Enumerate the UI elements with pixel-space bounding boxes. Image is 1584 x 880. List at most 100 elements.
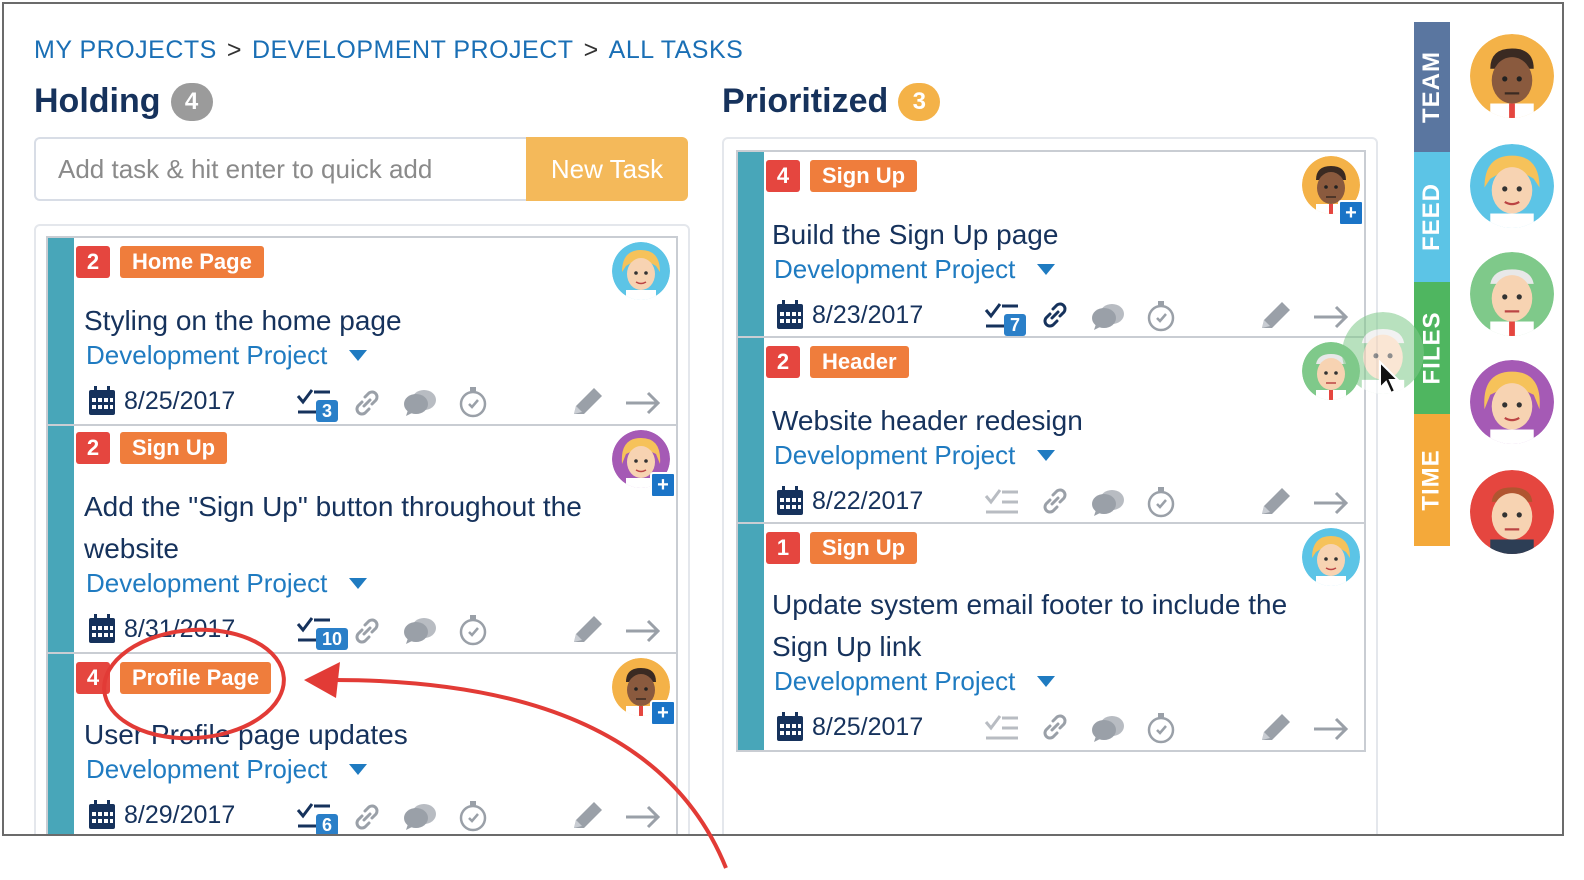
due-date-text: 8/23/2017 [812,300,924,329]
task-tag[interactable]: Home Page [120,246,264,278]
add-assignee-icon[interactable]: + [650,472,676,498]
task-tag[interactable]: Sign Up [120,432,228,464]
move-arrow-icon[interactable] [624,390,662,416]
project-selector[interactable]: Development Project [774,254,1056,285]
attachment-link-icon[interactable] [1040,486,1070,516]
comments-icon[interactable] [1090,714,1126,744]
breadcrumb-separator: > [226,36,242,64]
tab-team[interactable]: TEAM [1414,22,1450,152]
quick-add-input[interactable] [34,137,526,201]
team-avatar[interactable] [1470,470,1554,554]
due-date[interactable]: 8/25/2017 [776,712,923,742]
task-title[interactable]: Add the "Sign Up" button throughout the … [84,486,604,570]
due-date[interactable]: 8/23/2017 [776,300,923,330]
due-date[interactable]: 8/29/2017 [88,800,235,830]
task-title[interactable]: Website header redesign [772,400,1292,442]
attachment-link-icon[interactable] [1040,300,1070,330]
chevron-down-icon [1037,264,1056,275]
holding-title: Holding [34,82,161,120]
assignee-avatar[interactable] [1302,528,1360,586]
breadcrumb-all-tasks[interactable]: ALL TASKS [609,36,744,64]
priority-badge: 4 [766,160,800,192]
comments-icon[interactable] [1090,302,1126,332]
task-card[interactable]: 4 Sign Up + Build the Sign Up page Devel… [736,150,1366,338]
project-selector[interactable]: Development Project [86,340,368,371]
tab-time-label: TIME [1418,449,1446,511]
chevron-down-icon [1037,676,1056,687]
comments-icon[interactable] [402,388,438,418]
chevron-down-icon [349,578,368,589]
calendar-icon [89,386,115,415]
task-title[interactable]: Update system email footer to include th… [772,584,1292,668]
card-footer: 8/25/2017 [738,710,1364,750]
task-tag[interactable]: Sign Up [810,532,918,564]
assignee-avatar[interactable] [612,242,670,300]
task-card[interactable]: 2 Sign Up + Add the "Sign Up" button thr… [46,424,678,654]
breadcrumb-development-project[interactable]: DEVELOPMENT PROJECT [252,36,574,64]
move-arrow-icon[interactable] [1312,716,1350,742]
checklist-icon[interactable]: 7 [984,300,1026,336]
chevron-down-icon [349,350,368,361]
tab-feed-label: FEED [1418,182,1446,252]
project-selector[interactable]: Development Project [774,666,1056,697]
calendar-icon [777,486,803,515]
task-title[interactable]: Styling on the home page [84,300,644,342]
task-card[interactable]: 2 Header Website header redesign Develop… [736,336,1366,524]
breadcrumb-separator: > [583,36,599,64]
mouse-cursor-icon [1379,360,1401,395]
project-name: Development Project [774,666,1016,696]
priority-badge: 1 [766,532,800,564]
project-name: Development Project [774,254,1016,284]
edit-pencil-icon[interactable] [1258,486,1292,518]
chevron-down-icon [1037,450,1056,461]
project-name: Development Project [86,568,328,598]
project-name: Development Project [774,440,1016,470]
timer-icon[interactable] [1146,300,1176,332]
team-avatar[interactable] [1470,144,1554,228]
priority-badge: 2 [76,246,110,278]
edit-pencil-icon[interactable] [570,386,604,418]
tab-time[interactable]: TIME [1414,414,1450,546]
due-date[interactable]: 8/25/2017 [88,386,235,416]
project-selector[interactable]: Development Project [86,568,368,599]
holding-column-title: Holding 4 [34,82,213,121]
holding-count-badge: 4 [170,82,213,121]
team-avatar[interactable] [1470,360,1554,444]
team-avatar[interactable] [1470,252,1554,336]
task-tag[interactable]: Sign Up [810,160,918,192]
due-date-text: 8/22/2017 [812,486,924,515]
calendar-icon [777,300,803,329]
comments-icon[interactable] [1090,488,1126,518]
timer-icon[interactable] [1146,712,1176,744]
edit-pencil-icon[interactable] [1258,300,1292,332]
priority-badge: 2 [766,346,800,378]
task-card[interactable]: 2 Home Page Styling on the home page Dev… [46,236,678,426]
new-task-button[interactable]: New Task [526,137,688,201]
due-date-text: 8/25/2017 [124,386,236,415]
move-arrow-icon[interactable] [1312,304,1350,330]
due-date[interactable]: 8/22/2017 [776,486,923,516]
attachment-link-icon[interactable] [352,388,382,418]
timer-icon[interactable] [1146,486,1176,518]
checklist-icon[interactable] [984,712,1020,742]
annotation-highlight-circle [102,627,286,741]
timer-icon[interactable] [458,386,488,418]
tab-feed[interactable]: FEED [1414,152,1450,282]
task-card[interactable]: 1 Sign Up Update system email footer to … [736,522,1366,752]
attachment-link-icon[interactable] [1040,712,1070,742]
edit-pencil-icon[interactable] [1258,712,1292,744]
app-window: MY PROJECTS > DEVELOPMENT PROJECT > ALL TASK… [2,2,1564,836]
task-title[interactable]: Build the Sign Up page [772,214,1292,256]
move-arrow-icon[interactable] [1312,490,1350,516]
add-assignee-icon[interactable]: + [1338,200,1364,226]
project-selector[interactable]: Development Project [774,440,1056,471]
breadcrumb-my-projects[interactable]: MY PROJECTS [34,36,217,64]
due-date-text: 8/25/2017 [812,712,924,741]
checklist-icon[interactable] [984,486,1020,516]
checklist-icon[interactable]: 3 [296,386,338,422]
calendar-icon [89,800,115,829]
prioritized-title: Prioritized [722,82,889,120]
priority-badge: 2 [76,432,110,464]
task-tag[interactable]: Header [810,346,909,378]
team-avatar[interactable] [1470,34,1554,118]
